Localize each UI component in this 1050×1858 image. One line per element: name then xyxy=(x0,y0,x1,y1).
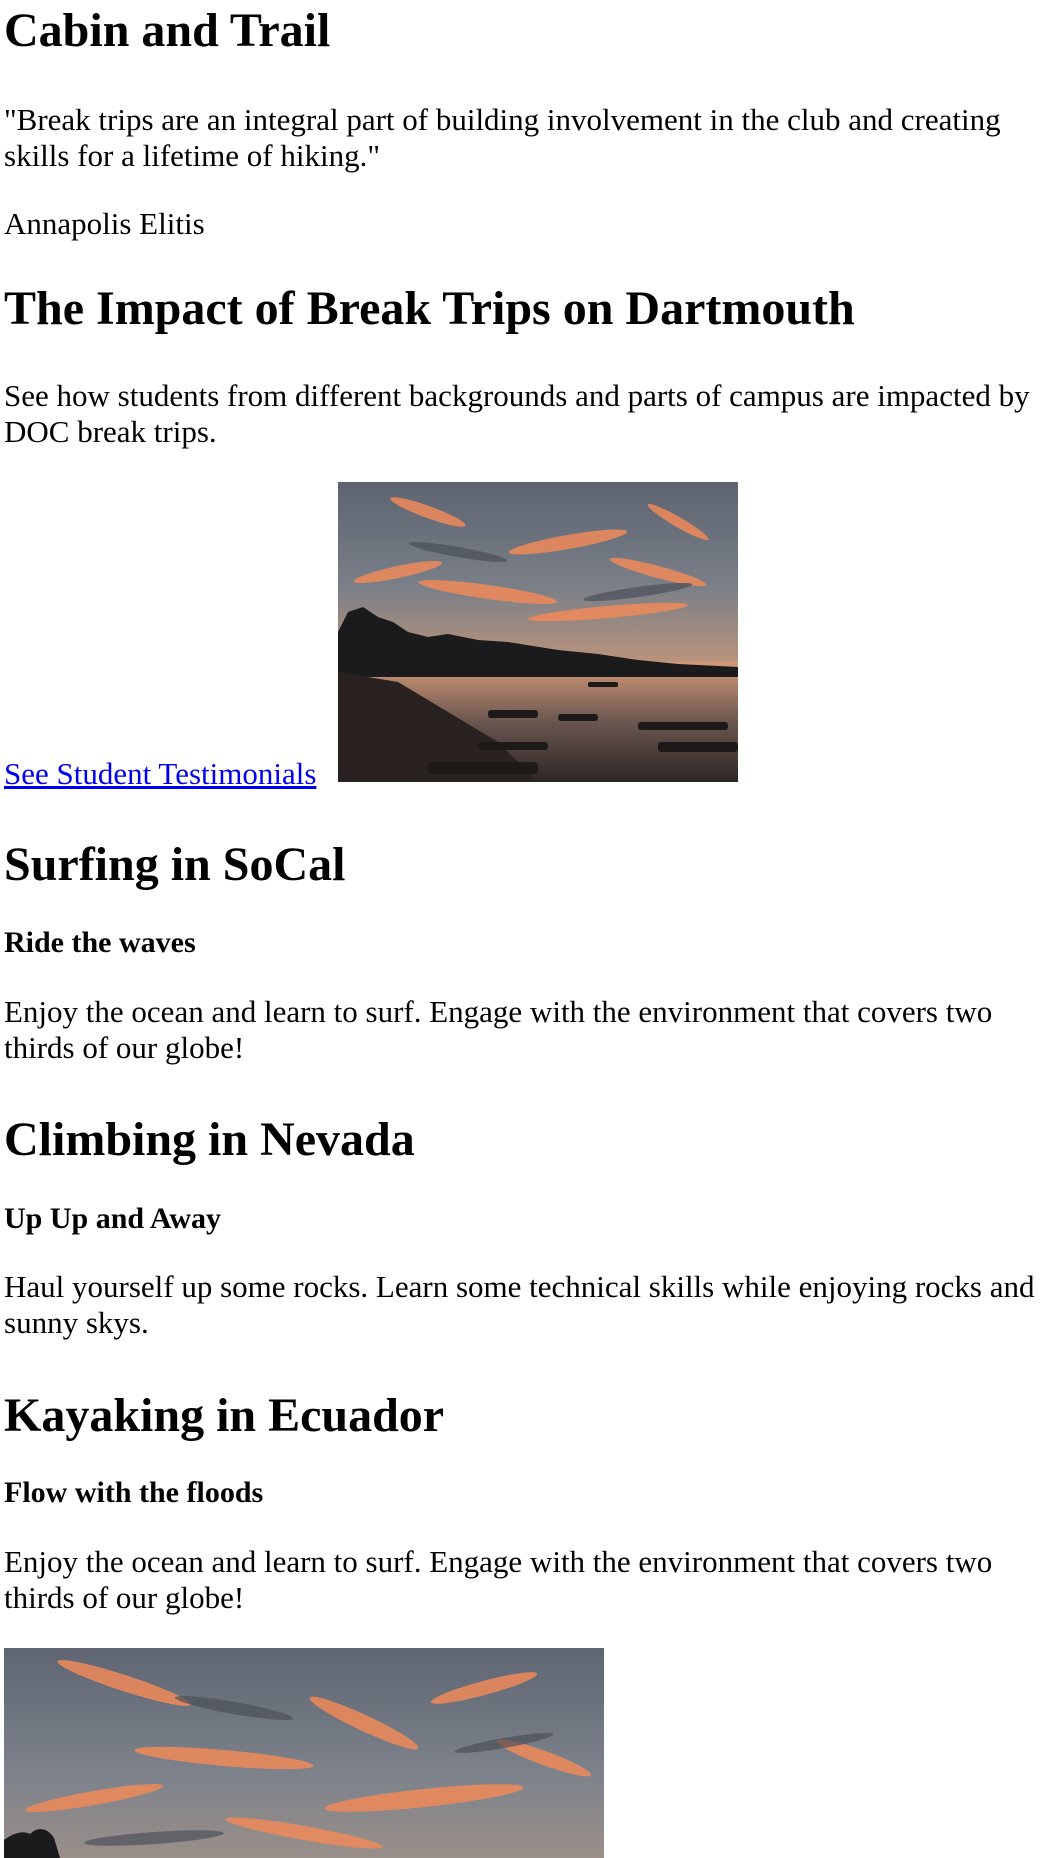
trip-subtitle-surfing: Ride the waves xyxy=(4,926,196,959)
trip-description-climbing: Haul yourself up some rocks. Learn some … xyxy=(4,1269,1035,1340)
quote-text: "Break trips are an integral part of bui… xyxy=(4,102,1001,173)
page-title: Cabin and Trail xyxy=(4,4,331,57)
sunset-sky-photo xyxy=(4,1648,604,1858)
trip-title-climbing: Climbing in Nevada xyxy=(4,1113,415,1166)
impact-description: See how students from different backgrou… xyxy=(4,378,1030,449)
trip-title-surfing: Surfing in SoCal xyxy=(4,838,346,891)
impact-heading: The Impact of Break Trips on Dartmouth xyxy=(4,282,855,335)
trip-description-surfing: Enjoy the ocean and learn to surf. Engag… xyxy=(4,994,993,1065)
trip-description-kayaking: Enjoy the ocean and learn to surf. Engag… xyxy=(4,1544,993,1615)
sunset-beach-photo xyxy=(338,482,738,782)
quote-author: Annapolis Elitis xyxy=(4,206,205,241)
trip-subtitle-kayaking: Flow with the floods xyxy=(4,1476,264,1509)
trip-subtitle-climbing: Up Up and Away xyxy=(4,1202,222,1235)
trip-title-kayaking: Kayaking in Ecuador xyxy=(4,1389,445,1442)
student-testimonials-link[interactable]: See Student Testimonials xyxy=(4,756,316,792)
